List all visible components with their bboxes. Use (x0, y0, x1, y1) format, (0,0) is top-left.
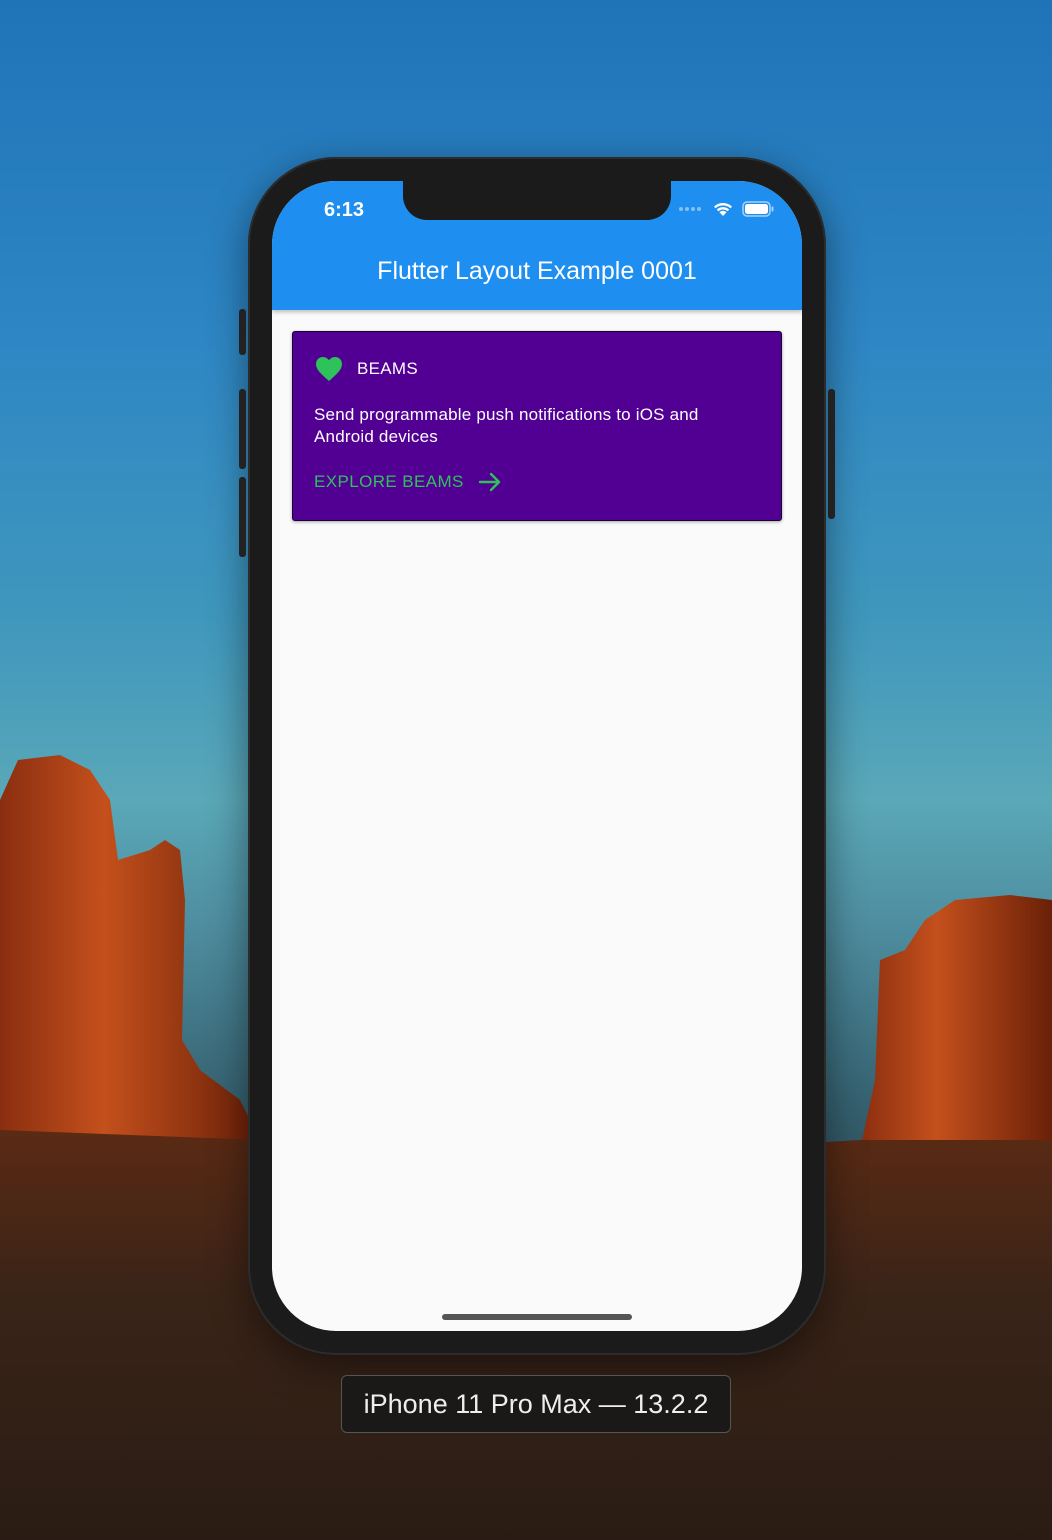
beams-card: BEAMS Send programmable push notificatio… (292, 331, 782, 521)
arrow-right-icon (478, 472, 500, 492)
battery-icon (742, 201, 774, 217)
notch (403, 181, 671, 220)
simulator-device-label: iPhone 11 Pro Max — 13.2.2 (341, 1375, 731, 1433)
home-indicator[interactable] (442, 1314, 632, 1320)
status-icons (678, 201, 774, 217)
wifi-icon (714, 202, 732, 216)
phone-screen: 6:13 Flutter Layout Example 0001 BEAMS S… (272, 181, 802, 1331)
explore-beams-button[interactable]: EXPLORE BEAMS (314, 472, 502, 492)
volume-up-button (239, 389, 246, 469)
card-title: BEAMS (357, 359, 419, 378)
signal-dots-icon (679, 207, 701, 211)
status-time: 6:13 (324, 199, 365, 221)
mute-switch (239, 309, 246, 355)
explore-beams-label: EXPLORE BEAMS (314, 472, 464, 491)
power-button (828, 389, 835, 519)
app-bar: 6:13 Flutter Layout Example 0001 (272, 181, 802, 310)
app-bar-title: Flutter Layout Example 0001 (377, 257, 697, 285)
phone-frame: 6:13 Flutter Layout Example 0001 BEAMS S… (239, 157, 835, 1355)
card-header: BEAMS (315, 356, 418, 382)
card-description: Send programmable push notifications to … (314, 405, 699, 446)
volume-down-button (239, 477, 246, 557)
heart-icon (316, 357, 342, 381)
